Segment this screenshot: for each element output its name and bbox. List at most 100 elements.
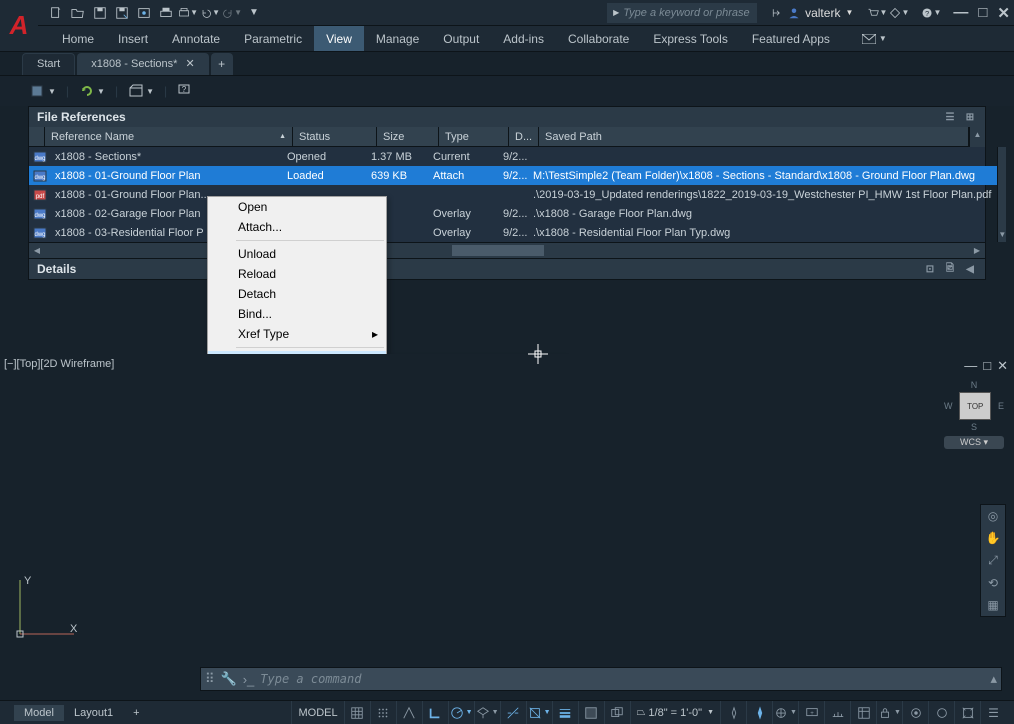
tab-addins[interactable]: Add-ins bbox=[491, 26, 556, 51]
status-customize-icon[interactable]: ☰ bbox=[980, 701, 1006, 724]
ctx-bind[interactable]: Bind... bbox=[208, 304, 386, 324]
col-header-date[interactable]: D... bbox=[509, 127, 539, 146]
scroll-left-icon[interactable]: ◀ bbox=[29, 243, 45, 258]
status-annomonitor-icon[interactable]: + bbox=[798, 701, 824, 724]
status-model[interactable]: MODEL bbox=[291, 701, 343, 724]
xref-attach-button[interactable]: ▼ bbox=[30, 83, 56, 99]
scrollbar-horizontal[interactable] bbox=[45, 243, 969, 258]
tab-express[interactable]: Express Tools bbox=[641, 26, 739, 51]
vp-minimize-icon[interactable]: — bbox=[964, 358, 977, 374]
status-infer-icon[interactable] bbox=[396, 701, 422, 724]
ctx-xreftype[interactable]: Xref Type bbox=[208, 324, 386, 344]
command-line[interactable]: ⠿ 🔧 ›_ Type a command ▴ bbox=[200, 667, 1002, 691]
status-quickprops-icon[interactable] bbox=[850, 701, 876, 724]
table-row[interactable]: dwg x1808 - 01-Ground Floor Plan Loaded … bbox=[29, 166, 997, 185]
tab-output[interactable]: Output bbox=[431, 26, 491, 51]
details-collapse-icon[interactable]: ◀ bbox=[963, 262, 977, 276]
doctab-add-icon[interactable]: + bbox=[211, 53, 233, 75]
vp-maximize-icon[interactable]: □ bbox=[983, 358, 991, 374]
status-cleanscreen-icon[interactable] bbox=[954, 701, 980, 724]
col-header-status[interactable]: Status bbox=[293, 127, 377, 146]
qat-undo-icon[interactable]: ▼ bbox=[200, 3, 220, 23]
details-panel-header[interactable]: Details ⊡ 🖻 ◀ bbox=[28, 259, 986, 280]
cmdline-customize-icon[interactable]: 🔧 bbox=[221, 671, 237, 687]
status-annovis-icon[interactable] bbox=[720, 701, 746, 724]
qat-redo-icon[interactable]: ▼ bbox=[222, 3, 242, 23]
table-row[interactable]: dwg x1808 - Sections* Opened 1.37 MB Cur… bbox=[29, 147, 997, 166]
doctab-start[interactable]: Start bbox=[22, 53, 75, 75]
status-annoscale[interactable]: ⏢ 1/8" = 1'-0"▼ bbox=[630, 701, 720, 724]
nav-zoom-icon[interactable]: ⤢ bbox=[988, 553, 998, 568]
nav-orbit-icon[interactable]: ⟲ bbox=[988, 576, 998, 590]
col-header-name[interactable]: Reference Name bbox=[45, 127, 293, 146]
table-row[interactable]: dwg x1808 - 02-Garage Floor Plan KB Over… bbox=[29, 204, 997, 223]
status-transparency-icon[interactable] bbox=[578, 701, 604, 724]
qat-print-icon[interactable]: ▼ bbox=[178, 3, 198, 23]
nav-wheel-icon[interactable]: ◎ bbox=[988, 509, 998, 523]
minimize-icon[interactable]: — bbox=[953, 4, 968, 22]
qat-new-icon[interactable] bbox=[46, 3, 66, 23]
status-workspace-icon[interactable]: ▼ bbox=[772, 701, 798, 724]
tab-annotate[interactable]: Annotate bbox=[160, 26, 232, 51]
tab-home[interactable]: Home bbox=[50, 26, 106, 51]
col-header-type[interactable]: Type bbox=[439, 127, 509, 146]
tab-manage[interactable]: Manage bbox=[364, 26, 431, 51]
doctab-close-icon[interactable]: ✕ bbox=[185, 57, 194, 70]
ctx-detach[interactable]: Detach bbox=[208, 284, 386, 304]
qat-saveas-icon[interactable] bbox=[112, 3, 132, 23]
qat-save-icon[interactable] bbox=[90, 3, 110, 23]
status-osnap-tracking-icon[interactable] bbox=[500, 701, 526, 724]
ctx-open[interactable]: Open bbox=[208, 197, 386, 217]
ctx-attach[interactable]: Attach... bbox=[208, 217, 386, 237]
maximize-icon[interactable]: □ bbox=[978, 4, 987, 22]
status-ortho-icon[interactable] bbox=[422, 701, 448, 724]
col-header-path[interactable]: Saved Path bbox=[539, 127, 969, 146]
ctx-reload[interactable]: Reload bbox=[208, 264, 386, 284]
viewcube[interactable]: N W TOP E S WCS ▾ bbox=[944, 380, 1004, 460]
status-hardware-icon[interactable] bbox=[928, 701, 954, 724]
nav-showmotion-icon[interactable]: ▦ bbox=[987, 598, 998, 612]
close-icon[interactable]: ✕ bbox=[997, 4, 1010, 22]
status-isolate-icon[interactable] bbox=[902, 701, 928, 724]
table-row[interactable]: pdf x1808 - 01-Ground Floor Plan... .\20… bbox=[29, 185, 997, 204]
cmdline-grip-icon[interactable]: ⠿ bbox=[205, 671, 215, 687]
cmdline-input[interactable]: Type a command bbox=[260, 672, 361, 686]
doctab-active[interactable]: x1808 - Sections* ✕ bbox=[77, 53, 208, 75]
qat-plot-icon[interactable] bbox=[156, 3, 176, 23]
tab-parametric[interactable]: Parametric bbox=[232, 26, 314, 51]
layout-tab-layout1[interactable]: Layout1 bbox=[64, 705, 123, 721]
qat-more-icon[interactable]: ▼ bbox=[244, 3, 264, 23]
nav-pan-icon[interactable]: ✋ bbox=[986, 531, 1001, 545]
cmdline-history-icon[interactable]: ▴ bbox=[990, 671, 997, 687]
xref-changepath-button[interactable]: ▼ bbox=[128, 83, 154, 99]
vp-close-icon[interactable]: ✕ bbox=[997, 358, 1008, 374]
status-cycling-icon[interactable] bbox=[604, 701, 630, 724]
details-icon2[interactable]: 🖻 bbox=[943, 262, 957, 276]
tab-collaborate[interactable]: Collaborate bbox=[556, 26, 641, 51]
qat-web-icon[interactable] bbox=[134, 3, 154, 23]
status-annoauto-icon[interactable] bbox=[746, 701, 772, 724]
drawing-viewport[interactable]: [−][Top][2D Wireframe] — □ ✕ N W TOP E S… bbox=[0, 354, 1014, 694]
scroll-down-icon[interactable]: ▼ bbox=[998, 226, 1006, 242]
viewport-label[interactable]: [−][Top][2D Wireframe] bbox=[4, 358, 114, 370]
search-input[interactable]: Type a keyword or phrase bbox=[607, 3, 757, 23]
details-icon1[interactable]: ⊡ bbox=[923, 262, 937, 276]
status-grid-icon[interactable] bbox=[344, 701, 370, 724]
list-view-icon[interactable]: ☰ bbox=[943, 110, 957, 124]
layout-tab-add[interactable]: + bbox=[123, 705, 149, 721]
infocenter-mail-icon[interactable]: ▼ bbox=[862, 34, 887, 44]
qat-open-icon[interactable] bbox=[68, 3, 88, 23]
status-lockui-icon[interactable]: ▼ bbox=[876, 701, 902, 724]
status-iso-icon[interactable]: ▼ bbox=[474, 701, 500, 724]
user-info[interactable]: valterk ▼ bbox=[771, 6, 853, 20]
col-header-size[interactable]: Size bbox=[377, 127, 439, 146]
status-lineweight-icon[interactable] bbox=[552, 701, 578, 724]
ctx-unload[interactable]: Unload bbox=[208, 244, 386, 264]
scroll-right-icon[interactable]: ▶ bbox=[969, 243, 985, 258]
layout-tab-model[interactable]: Model bbox=[14, 705, 64, 721]
status-snap-icon[interactable] bbox=[370, 701, 396, 724]
help-icon[interactable]: ?▼ bbox=[921, 3, 941, 23]
wcs-label[interactable]: WCS ▾ bbox=[944, 436, 1004, 449]
xref-help-button[interactable]: ? bbox=[177, 83, 193, 99]
status-units-icon[interactable] bbox=[824, 701, 850, 724]
